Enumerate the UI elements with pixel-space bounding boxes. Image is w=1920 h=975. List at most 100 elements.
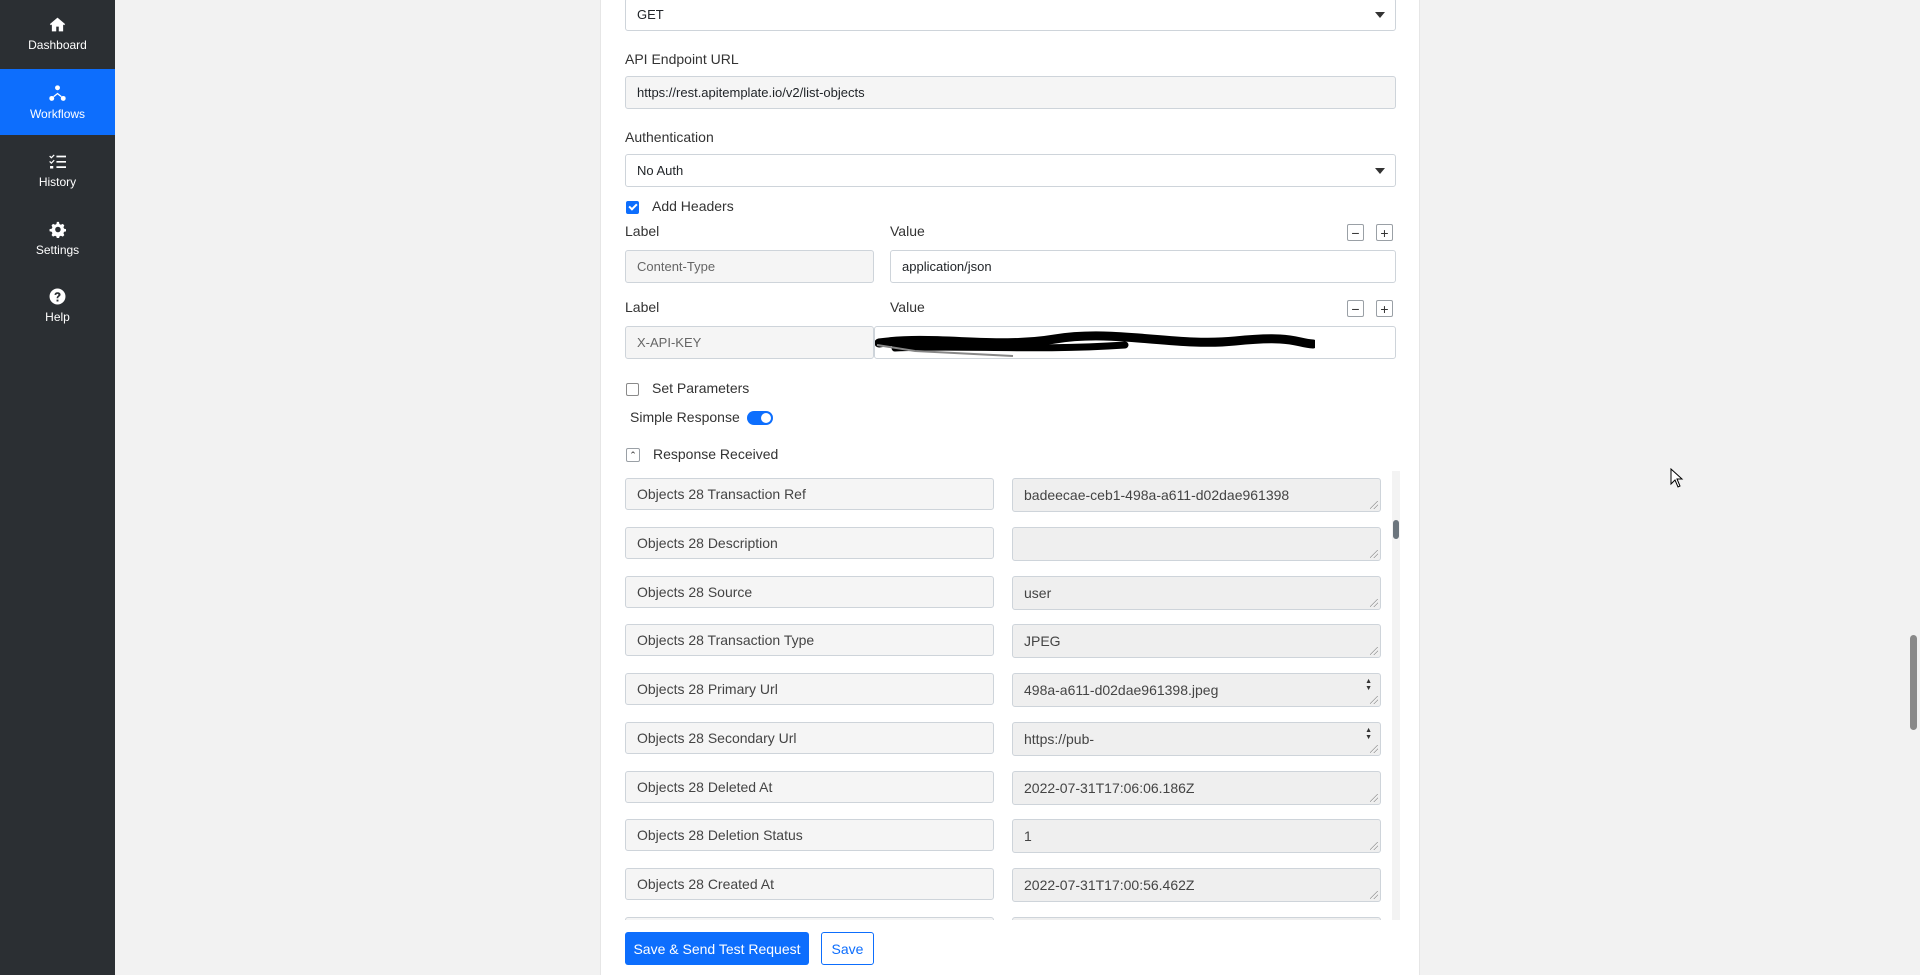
set-parameters-checkbox[interactable] <box>626 383 639 396</box>
header-value-caption: Value <box>890 299 925 315</box>
list-item: Objects 28 Deletion Status 1 <box>625 819 1391 853</box>
chevron-down-icon <box>1375 168 1385 174</box>
response-field-label: Objects 28 Transaction Ref <box>625 478 994 510</box>
spinner-arrows-icon[interactable]: ▲ ▼ <box>1365 678 1372 692</box>
header-key-input[interactable]: Content-Type <box>625 250 874 283</box>
header-value-input[interactable] <box>874 326 1396 359</box>
response-field-value[interactable]: https://pub- ▲ ▼ <box>1012 722 1381 756</box>
sidebar-item-label: Workflows <box>29 107 86 121</box>
resize-grip-icon[interactable] <box>1370 599 1378 607</box>
resize-grip-icon[interactable] <box>1370 501 1378 509</box>
response-field-label: Objects 28 Transaction Type <box>625 624 994 656</box>
minus-icon: − <box>1351 300 1360 317</box>
sidebar-item-label: Settings <box>35 243 80 257</box>
authentication-label: Authentication <box>625 129 714 145</box>
response-field-value[interactable]: user <box>1012 576 1381 610</box>
header-value-text: application/json <box>902 259 992 274</box>
endpoint-url-value: https://rest.apitemplate.io/v2/list-obje… <box>637 85 865 100</box>
sidebar-item-help[interactable]: Help <box>0 272 115 338</box>
response-received-label: Response Received <box>653 446 779 462</box>
add-headers-label: Add Headers <box>652 198 734 214</box>
resize-grip-icon[interactable] <box>1370 647 1378 655</box>
plus-icon: + <box>1380 224 1389 241</box>
response-field-label: Objects 28 Primary Url <box>625 673 994 705</box>
minus-icon: − <box>1351 224 1360 241</box>
question-icon <box>48 286 68 306</box>
response-field-value[interactable]: 2022-07-31T17:06:06.186Z <box>1012 771 1381 805</box>
sidebar-item-dashboard[interactable]: Dashboard <box>0 0 115 66</box>
sidebar: Dashboard Workflows History Settings Hel… <box>0 0 115 975</box>
method-value: GET <box>637 7 664 22</box>
list-item: Objects 28 Deleted At 2022-07-31T17:06:0… <box>625 771 1391 805</box>
response-field-label: Objects 28 Created At <box>625 868 994 900</box>
resize-grip-icon[interactable] <box>1370 745 1378 753</box>
header-value-input[interactable]: application/json <box>890 250 1396 283</box>
workflow-icon <box>48 83 68 103</box>
header-label-caption: Label <box>625 299 660 315</box>
add-headers-checkbox[interactable] <box>626 201 639 214</box>
response-field-text: https://pub- <box>1024 731 1095 747</box>
response-field-value[interactable]: 498a-a611-d02dae961398.jpeg ▲ ▼ <box>1012 673 1381 707</box>
response-field-value[interactable]: 1 <box>1012 819 1381 853</box>
response-field-label: Objects 28 Deleted At <box>625 771 994 803</box>
sidebar-item-label: History <box>38 175 77 189</box>
response-field-value[interactable] <box>1012 917 1381 920</box>
response-scrollbar-thumb[interactable] <box>1393 520 1399 539</box>
response-fields-list: Objects 28 Transaction Ref badeecae-ceb1… <box>625 471 1391 920</box>
authentication-select[interactable]: No Auth <box>625 154 1396 187</box>
response-field-value[interactable]: JPEG <box>1012 624 1381 658</box>
simple-response-toggle[interactable] <box>747 411 773 425</box>
add-header-button[interactable]: + <box>1376 224 1393 241</box>
response-field-value[interactable]: badeecae-ceb1-498a-a611-d02dae961398 <box>1012 478 1381 512</box>
remove-header-button[interactable]: − <box>1347 300 1364 317</box>
save-and-send-test-request-button[interactable]: Save & Send Test Request <box>625 932 809 965</box>
sidebar-item-settings[interactable]: Settings <box>0 205 115 271</box>
resize-grip-icon[interactable] <box>1370 550 1378 558</box>
header-key-value: X-API-KEY <box>637 335 702 350</box>
header-key-input[interactable]: X-API-KEY <box>625 326 874 359</box>
response-scrollbar[interactable] <box>1392 471 1400 920</box>
response-field-label: Objects 28 Description <box>625 527 994 559</box>
method-select[interactable]: GET <box>625 0 1396 31</box>
endpoint-label: API Endpoint URL <box>625 51 739 67</box>
resize-grip-icon[interactable] <box>1370 696 1378 704</box>
add-header-button[interactable]: + <box>1376 300 1393 317</box>
set-parameters-label: Set Parameters <box>652 380 750 396</box>
spinner-arrows-icon[interactable]: ▲ ▼ <box>1365 727 1372 741</box>
sidebar-item-history[interactable]: History <box>0 137 115 203</box>
response-field-text: badeecae-ceb1-498a-a611-d02dae961398 <box>1024 487 1290 503</box>
response-field-label: Objects 28 Deletion Status <box>625 819 994 851</box>
endpoint-url-input[interactable]: https://rest.apitemplate.io/v2/list-obje… <box>625 76 1396 109</box>
simple-response-label: Simple Response <box>630 409 740 425</box>
workflow-step-panel: GET API Endpoint URL https://rest.apitem… <box>600 0 1420 975</box>
resize-grip-icon[interactable] <box>1370 891 1378 899</box>
chevron-down-icon <box>1375 12 1385 18</box>
resize-grip-icon[interactable] <box>1370 794 1378 802</box>
response-field-text: user <box>1024 585 1052 601</box>
resize-grip-icon[interactable] <box>1370 842 1378 850</box>
response-field-value[interactable] <box>1012 527 1381 561</box>
response-field-text: 2022-07-31T17:06:06.186Z <box>1024 780 1195 796</box>
collapse-response-button[interactable]: ⌃ <box>626 448 640 462</box>
page-scrollbar-thumb[interactable] <box>1910 635 1917 730</box>
response-field-label <box>625 917 994 920</box>
response-field-value[interactable]: 2022-07-31T17:00:56.462Z <box>1012 868 1381 902</box>
response-field-text: 2022-07-31T17:00:56.462Z <box>1024 877 1195 893</box>
home-icon <box>48 14 68 34</box>
response-field-text: 1 <box>1024 828 1032 844</box>
save-button[interactable]: Save <box>821 932 874 965</box>
authentication-value: No Auth <box>637 163 684 178</box>
response-field-label: Objects 28 Secondary Url <box>625 722 994 754</box>
response-field-label: Objects 28 Source <box>625 576 994 608</box>
gear-icon <box>48 219 68 239</box>
list-item: Objects 28 Transaction Ref badeecae-ceb1… <box>625 478 1391 512</box>
list-item: Objects 28 Source user <box>625 576 1391 610</box>
header-value-caption: Value <box>890 223 925 239</box>
response-field-text: 498a-a611-d02dae961398.jpeg <box>1024 682 1219 698</box>
response-field-text: JPEG <box>1024 633 1061 649</box>
redaction-scribble <box>875 331 1315 357</box>
sidebar-item-workflows[interactable]: Workflows <box>0 69 115 135</box>
remove-header-button[interactable]: − <box>1347 224 1364 241</box>
plus-icon: + <box>1380 300 1389 317</box>
list-icon <box>48 151 68 171</box>
